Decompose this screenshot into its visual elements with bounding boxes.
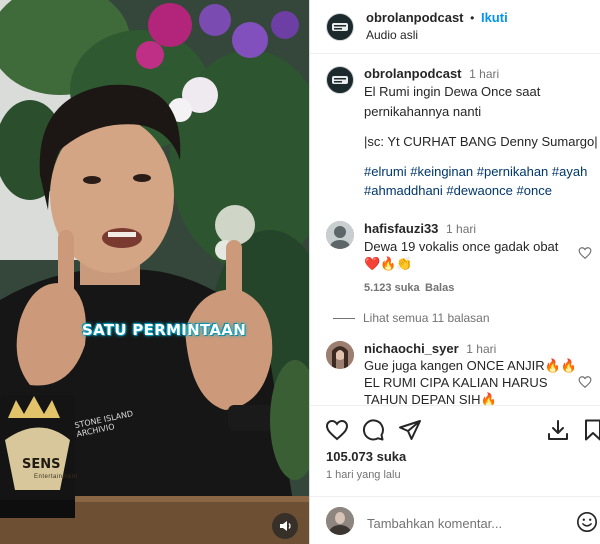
comment-header: hafisfauzi33 1 hari — [364, 220, 476, 238]
caption-author-avatar[interactable] — [326, 66, 354, 94]
author-username[interactable]: obrolanpodcast — [366, 10, 464, 25]
view-replies-button[interactable]: Lihat semua 11 balasan — [333, 311, 490, 325]
download-icon[interactable] — [546, 418, 570, 442]
comment-like-count[interactable]: 5.123 suka — [364, 279, 420, 297]
post-header: obrolanpodcast • Ikuti Audio asli — [310, 0, 600, 54]
video-player[interactable]: STONE ISLAND ARCHIVIO SENS Entertainment… — [0, 0, 309, 544]
heart-icon[interactable] — [325, 418, 349, 442]
podcast-logo-icon — [332, 76, 348, 84]
likes-count[interactable]: 105.073 suka — [326, 449, 406, 464]
header-title-row: obrolanpodcast • Ikuti — [366, 10, 508, 25]
sponsor-logo: SENS — [22, 457, 61, 472]
comment-heart-icon[interactable] — [578, 246, 592, 260]
comment-username[interactable]: hafisfauzi33 — [364, 221, 438, 236]
user-photo-icon — [326, 507, 354, 535]
comment-emojis: ❤️🔥👏 — [364, 257, 413, 272]
comment-username[interactable]: nichaochi_syer — [364, 341, 459, 356]
mute-button[interactable] — [272, 513, 298, 539]
caption-line3: |sc: Yt CURHAT BANG Denny Sumargo| — [364, 134, 598, 149]
comment-text-line1: Gue juga kangen ONCE ANJIR🔥🔥 — [364, 358, 578, 373]
comment-icon[interactable] — [361, 418, 385, 442]
follow-button[interactable]: Ikuti — [481, 10, 508, 25]
actions-divider — [310, 405, 600, 406]
comment-text-line2: EL RUMI CIPA KALIAN HARUS — [364, 375, 548, 390]
comment-heart-icon[interactable] — [578, 375, 592, 389]
comment-age: 1 hari — [446, 222, 477, 236]
video-caption-overlay: SATU PERMINTAAN — [82, 321, 247, 339]
comment-text: Dewa 19 vokalis once gadak obat — [364, 239, 559, 254]
audio-label[interactable]: Audio asli — [366, 28, 418, 42]
bookmark-icon[interactable] — [581, 418, 600, 442]
post-date[interactable]: 1 hari yang lalu — [326, 469, 401, 481]
share-icon[interactable] — [398, 418, 422, 442]
comments-scroll[interactable]: obrolanpodcast 1 hari El Rumi ingin Dewa… — [310, 54, 600, 405]
current-user-avatar — [326, 507, 354, 535]
emoji-icon[interactable] — [576, 511, 598, 533]
caption-line1: El Rumi ingin Dewa Once saat — [364, 84, 541, 99]
comment-avatar[interactable] — [326, 221, 354, 249]
add-comment-bar: Tambahkan komentar... — [310, 496, 600, 544]
user-photo-icon — [326, 341, 354, 369]
comment-age: 1 hari — [466, 342, 497, 356]
caption-age: 1 hari — [469, 67, 500, 81]
sponsor-logo-sub: Entertainment — [34, 474, 78, 480]
post-sidebar: obrolanpodcast • Ikuti Audio asli obrola… — [309, 0, 600, 544]
comment-text-line3: TAHUN DEPAN SIH🔥 — [364, 392, 497, 405]
caption-hashtags-2[interactable]: #ahmaddhani #dewaonce #once — [364, 182, 552, 200]
reply-button[interactable]: Balas — [425, 279, 454, 297]
caption-line2: pernikahannya nanti — [364, 104, 482, 119]
caption-header: obrolanpodcast 1 hari — [364, 65, 499, 83]
instagram-post-view: STONE ISLAND ARCHIVIO SENS Entertainment… — [0, 0, 600, 544]
comment-avatar[interactable] — [326, 341, 354, 369]
caption-hashtags-1[interactable]: #elrumi #keinginan #pernikahan #ayah — [364, 163, 587, 181]
comment-header: nichaochi_syer 1 hari — [364, 340, 496, 358]
user-photo-icon — [326, 221, 354, 249]
caption-username[interactable]: obrolanpodcast — [364, 66, 462, 81]
header-separator: • — [470, 11, 475, 25]
podcast-logo-icon — [332, 23, 348, 31]
speaker-icon — [279, 521, 291, 531]
comment-input[interactable]: Tambahkan komentar... — [367, 516, 502, 531]
author-avatar[interactable] — [326, 13, 354, 41]
